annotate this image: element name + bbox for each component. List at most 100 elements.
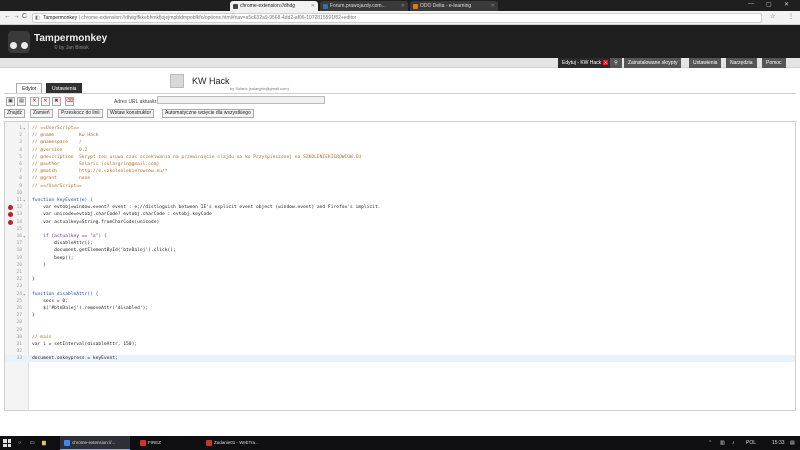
code-line[interactable]: 4 // @version 0.2 xyxy=(5,147,795,154)
star-icon[interactable]: ☆ xyxy=(770,13,775,20)
code-line[interactable]: 32 xyxy=(5,348,795,355)
back-icon[interactable]: ← xyxy=(4,13,11,20)
reload-icon[interactable]: C xyxy=(22,13,27,20)
code-line[interactable]: 7 // @match http://e.szkoleniekierowcow.e… xyxy=(5,168,795,175)
address-bar[interactable]: ◧ Tampermonkey | chrome-extension://dhdg… xyxy=(32,13,762,23)
nav-tab-label: Edytuj - KW Hack xyxy=(562,60,602,66)
code-line[interactable]: 9 // ==/UserScript== xyxy=(5,183,795,190)
fold-icon[interactable]: ▾ xyxy=(23,233,25,240)
auto-indent-button[interactable]: Automatyczne wcięcie dla wszystkiego xyxy=(162,109,254,118)
nav-tab-installed[interactable]: Zainstalowane skrypty xyxy=(624,58,682,68)
code-line[interactable]: 25 secs = 0; xyxy=(5,298,795,305)
code-line[interactable]: 26 $('#btnDalej').removeAttr('disabled')… xyxy=(5,305,795,312)
browser-tab-1[interactable]: Forum.prawojazdy.com... ✕ xyxy=(320,1,408,11)
nav-tab-help[interactable]: Pomoc xyxy=(762,58,786,68)
taskbar-item-firez[interactable]: FIREZ xyxy=(136,436,186,450)
browser-tab-0[interactable]: chrome-extension://dhdg ✕ xyxy=(230,1,318,11)
code-text: var actualkey=String.fromCharCode(unicod… xyxy=(32,219,160,225)
update-url-input[interactable] xyxy=(157,96,325,104)
code-line[interactable]: 16 ▾ if (actualkey == "a") { xyxy=(5,233,795,240)
code-line[interactable]: 27} xyxy=(5,312,795,319)
code-line[interactable]: 30 // main xyxy=(5,334,795,341)
close-icon[interactable]: ✕ xyxy=(603,60,609,65)
code-line[interactable]: 29 xyxy=(5,327,795,334)
forward-icon[interactable]: → xyxy=(13,13,20,20)
fold-icon[interactable]: ▾ xyxy=(23,125,25,132)
menu-icon[interactable]: ⋮ xyxy=(788,13,794,20)
taskbar-item-chrome[interactable]: chrome-extension://... xyxy=(60,436,130,450)
code-line[interactable]: 3 // @namespace / xyxy=(5,139,795,146)
code-line[interactable]: 5 // @description Skrypt ten usuwa czas o… xyxy=(5,154,795,161)
taskbar-item-webtra[interactable]: Zadanie01 - WebTra... xyxy=(202,436,282,450)
code-line[interactable]: 10 xyxy=(5,190,795,197)
code-line[interactable]: 24 ▾ function disableAttr() { xyxy=(5,291,795,298)
find-button[interactable]: Znajdź xyxy=(4,109,26,118)
nav-tab-tools[interactable]: Narzędzia xyxy=(726,58,757,68)
file-explorer-icon[interactable]: ▆ xyxy=(42,436,46,450)
trash-icon[interactable]: ⌫ xyxy=(65,97,74,106)
code-line[interactable]: 13 var unicode=evtobj.charCode? evtobj.c… xyxy=(5,211,795,218)
close-icon[interactable]: ✕ xyxy=(401,3,405,9)
taskbar-label: chrome-extension://... xyxy=(72,440,116,445)
code-line[interactable]: 1 ▾ // ==UserScript== xyxy=(5,125,795,132)
code-line[interactable]: 11 ▾ function keyEvent(e) { xyxy=(5,197,795,204)
code-line[interactable]: 15 xyxy=(5,226,795,233)
line-number: 31 xyxy=(16,342,22,347)
reset-icon[interactable]: ✕ xyxy=(41,97,50,106)
code-line[interactable]: 33 document.onkeypress = keyEvent; xyxy=(5,355,795,363)
fold-icon[interactable]: ▾ xyxy=(23,197,25,204)
code-line[interactable]: 8 // @grant none xyxy=(5,175,795,182)
windows-start-icon[interactable] xyxy=(3,439,11,447)
maximize-icon[interactable]: ▢ xyxy=(766,1,772,8)
code-line[interactable]: 18 document.getElementById('btnDalej').c… xyxy=(5,247,795,254)
browser-tab-2[interactable]: ODO Delta - e-learning ✕ xyxy=(410,1,498,11)
close-icon[interactable]: ✕ xyxy=(30,97,39,106)
code-text: // @grant none xyxy=(32,176,91,182)
volume-icon[interactable]: ♪ xyxy=(732,436,735,450)
code-line[interactable]: 12 var evtobj=window.event? event : e;//… xyxy=(5,204,795,211)
insert-constructor-button[interactable]: Wstaw konstruktor xyxy=(107,109,155,118)
code-editor[interactable]: 1 ▾// ==UserScript== 2// @name Kw Hack 3// … xyxy=(4,121,796,411)
network-icon[interactable]: ▥ xyxy=(720,436,725,450)
tab-favicon xyxy=(413,4,418,9)
code-line[interactable]: 2 // @name Kw Hack xyxy=(5,132,795,139)
nav-search-icon[interactable]: ⚲ xyxy=(610,58,622,68)
goto-line-button[interactable]: Przeskocz do linii xyxy=(58,109,103,118)
line-number: 23 xyxy=(16,284,22,290)
search-icon[interactable]: ○ xyxy=(18,436,21,450)
code-line[interactable]: 19 beep(); xyxy=(5,255,795,262)
code-text: if (actualkey == "a") { xyxy=(32,234,107,239)
tab-script-settings[interactable]: Ustawienia xyxy=(46,83,83,93)
line-number: 28 xyxy=(16,320,22,326)
code-line[interactable]: 6 // @author Solaric (solargrin@gmail.com… xyxy=(5,161,795,168)
window-close-icon[interactable]: ✕ xyxy=(784,1,789,8)
notification-icon[interactable]: ▤ xyxy=(790,436,795,450)
nav-tab-settings[interactable]: Ustawienia xyxy=(689,58,722,68)
save-close-icon[interactable]: ▤ xyxy=(17,97,26,106)
nav-tab-edit[interactable]: Edytuj - KW Hack ✕ xyxy=(558,58,613,68)
tab-editor[interactable]: Edytor xyxy=(16,83,43,93)
code-text: document.onkeypress = keyEvent; xyxy=(32,356,118,362)
code-line[interactable]: 31 var i = setInterval(disableAttr, 150); xyxy=(5,341,795,348)
code-line[interactable]: 22} xyxy=(5,276,795,283)
line-number: 4 xyxy=(19,147,22,153)
clock[interactable]: 15:33 xyxy=(772,436,785,450)
code-line[interactable]: 17 disableAttr(); xyxy=(5,240,795,247)
minimize-icon[interactable]: — xyxy=(748,1,754,7)
code-line[interactable]: 20 } xyxy=(5,262,795,269)
tray-up-icon[interactable]: ⌃ xyxy=(708,436,712,450)
line-number: 12 xyxy=(16,205,22,211)
save-icon[interactable]: ▣ xyxy=(6,97,15,106)
fold-icon[interactable]: ▾ xyxy=(23,291,25,298)
code-line[interactable]: 14 var actualkey=String.fromCharCode(uni… xyxy=(5,219,795,226)
code-line[interactable]: 21 xyxy=(5,269,795,276)
chrome-icon xyxy=(64,439,70,446)
code-line[interactable]: 23 xyxy=(5,283,795,290)
language-indicator[interactable]: POL xyxy=(746,436,756,450)
code-line[interactable]: 28 xyxy=(5,319,795,326)
close-icon[interactable]: ✕ xyxy=(491,3,495,9)
close-icon[interactable]: ✕ xyxy=(311,3,315,9)
delete-icon[interactable]: ✖ xyxy=(52,97,61,106)
task-view-icon[interactable]: ▭ xyxy=(30,436,35,450)
replace-button[interactable]: Zamień xyxy=(30,109,53,118)
